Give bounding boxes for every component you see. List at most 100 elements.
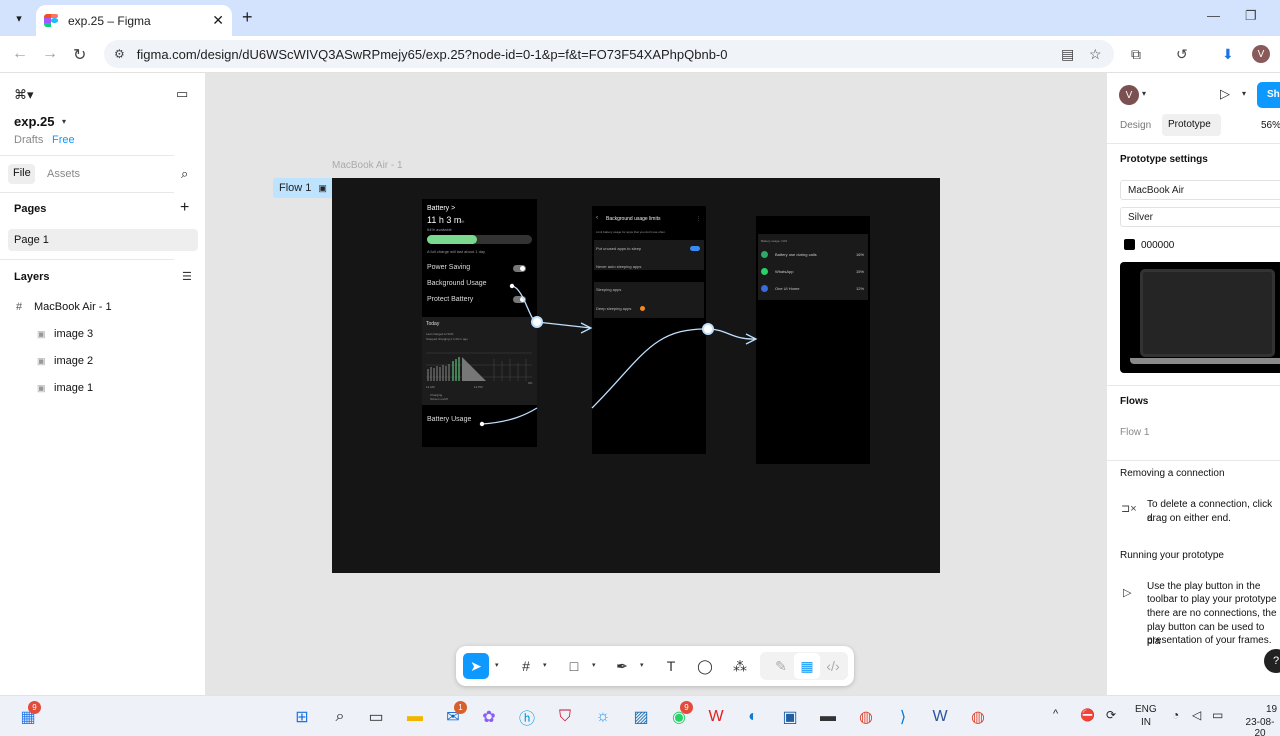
download-icon[interactable]: ⬇ <box>1222 46 1234 63</box>
hp-icon[interactable]: ⓗ <box>515 705 539 729</box>
terminal-icon[interactable]: ▬ <box>816 705 840 729</box>
flow-starting-point[interactable]: Flow 1 ▣ <box>273 178 333 198</box>
image-viewer-icon[interactable]: ▨ <box>629 705 653 729</box>
battery-tray-icon[interactable]: ▭ <box>1212 708 1223 722</box>
text-tool-icon[interactable]: T <box>658 653 684 679</box>
chrome-active-icon[interactable]: ◍ <box>854 705 878 729</box>
url-text: figma.com/design/dU6WScWIVQ3ASwRPmejy65/… <box>136 46 728 62</box>
browser-tab[interactable]: exp.25 – Figma ✕ <box>36 5 232 36</box>
running-text-3: there are no connections, the <box>1147 608 1277 619</box>
connection-handle[interactable] <box>531 316 543 328</box>
tray-chevron-icon[interactable]: ^ <box>1053 708 1058 720</box>
actions-tool-icon[interactable]: ⁂ <box>727 653 753 679</box>
minimize-icon[interactable]: — <box>1207 8 1220 23</box>
language-indicator[interactable]: ENG <box>1135 704 1157 715</box>
file-explorer-icon[interactable]: ▬ <box>403 705 427 729</box>
sidebar-toggle-icon[interactable]: ▭ <box>176 86 188 102</box>
extensions-icon[interactable]: ⧉ <box>1131 46 1141 63</box>
start-icon[interactable]: ⊞ <box>290 705 314 729</box>
figma-menu-icon[interactable]: ⌘▾ <box>14 87 34 103</box>
background-color-value[interactable]: 000000 <box>1141 239 1174 253</box>
help-button[interactable]: ? <box>1264 649 1280 673</box>
present-play-icon[interactable]: ▷ <box>1220 86 1230 102</box>
security-tray-icon[interactable]: ⛔ <box>1080 708 1095 722</box>
drafts-label[interactable]: Drafts <box>14 134 43 146</box>
history-icon[interactable]: ↺ <box>1176 46 1188 63</box>
file-menu-chevron-icon[interactable]: ▾ <box>62 117 66 126</box>
wifi-icon[interactable]: ◔ <box>1172 708 1179 722</box>
page-item[interactable]: Page 1 <box>8 229 198 251</box>
plan-badge: Free <box>52 134 75 146</box>
weather-icon[interactable]: ☼ <box>591 705 615 729</box>
frame-tool-icon[interactable]: # <box>513 653 539 679</box>
forward-icon[interactable]: → <box>42 45 58 63</box>
sync-tray-icon[interactable]: ⟳ <box>1106 708 1116 722</box>
layer-item[interactable]: ▣ image 2 <box>0 349 206 373</box>
address-bar[interactable]: ⚙ figma.com/design/dU6WScWIVQ3ASwRPmejy6… <box>104 40 1114 68</box>
back-icon[interactable]: ← <box>12 45 28 63</box>
restore-icon[interactable]: ❐ <box>1245 8 1257 24</box>
language-region[interactable]: IN <box>1141 717 1151 728</box>
clipboard-icon[interactable]: ▤ <box>1061 46 1074 63</box>
volume-icon[interactable]: ◁ <box>1192 708 1201 722</box>
rectangle-tool-icon[interactable]: □ <box>561 653 587 679</box>
draw-mode-icon[interactable]: ✎ <box>768 653 794 679</box>
background-color-swatch[interactable] <box>1124 239 1135 250</box>
present-menu-chevron-icon[interactable]: ▾ <box>1242 89 1246 98</box>
reload-icon[interactable]: ↻ <box>73 45 86 65</box>
new-tab-icon[interactable]: + <box>242 7 253 28</box>
left-panel: ⌘▾ ▭ exp.25 ▾ Drafts Free File Assets ⌕ … <box>0 73 206 695</box>
user-avatar[interactable]: V <box>1119 85 1139 105</box>
search-icon[interactable]: ⌕ <box>181 166 188 182</box>
layer-item[interactable]: ▣ image 3 <box>0 322 206 346</box>
vscode-icon[interactable]: ⟩ <box>891 705 915 729</box>
shape-tool-caret[interactable]: ▾ <box>592 661 596 669</box>
flow-play-icon[interactable]: ▣ <box>318 183 327 194</box>
tab-prototype[interactable]: Prototype <box>1162 114 1221 136</box>
dev-mode-icon[interactable]: ‹/› <box>820 653 846 679</box>
clock-date[interactable]: 23-08-20 <box>1240 717 1280 736</box>
share-button[interactable]: Sh <box>1257 82 1280 108</box>
model-select[interactable]: Silver <box>1120 207 1280 227</box>
design-canvas[interactable]: MacBook Air - 1 Flow 1 ▣ Battery > 11 h … <box>206 73 1106 695</box>
pen-tool-caret[interactable]: ▾ <box>640 661 644 669</box>
bookmark-star-icon[interactable]: ☆ <box>1089 46 1102 63</box>
tab-close-icon[interactable]: ✕ <box>212 12 224 29</box>
layer-item[interactable]: # MacBook Air - 1 <box>0 295 206 319</box>
layers-options-icon[interactable]: ☰ <box>182 270 192 283</box>
clock-time[interactable]: 19 <box>1266 704 1277 715</box>
design-mode-icon[interactable]: ▦ <box>794 653 820 679</box>
mail-badge: 1 <box>454 701 467 714</box>
avatar-menu-chevron-icon[interactable]: ▾ <box>1142 89 1146 98</box>
comment-tool-icon[interactable]: ◯ <box>692 653 718 679</box>
tab-design[interactable]: Design <box>1120 119 1151 133</box>
search-taskbar-icon[interactable]: ⌕ <box>328 705 352 729</box>
site-info-icon[interactable]: ⚙ <box>114 47 125 61</box>
add-page-icon[interactable]: + <box>180 199 189 217</box>
file-name[interactable]: exp.25 <box>14 114 54 129</box>
frame-tool-caret[interactable]: ▾ <box>543 661 547 669</box>
profile-avatar[interactable]: V <box>1252 45 1270 63</box>
move-tool-caret[interactable]: ▾ <box>495 661 499 669</box>
device-select[interactable]: MacBook Air <box>1120 180 1280 200</box>
chrome-icon[interactable]: ◍ <box>966 705 990 729</box>
frame-label[interactable]: MacBook Air - 1 <box>332 160 403 171</box>
wps-icon[interactable]: W <box>704 705 728 729</box>
move-tool-icon[interactable]: ➤ <box>463 653 489 679</box>
macbook-frame[interactable]: Battery > 11 h 3 m left 64% available A … <box>332 178 940 573</box>
tab-assets[interactable]: Assets <box>47 168 80 180</box>
layer-item[interactable]: ▣ image 1 <box>0 376 206 400</box>
tab-list-chevron-icon[interactable]: ▾ <box>8 7 30 29</box>
task-view-icon[interactable]: ▭ <box>364 705 388 729</box>
mcafee-icon[interactable]: ⛉ <box>553 705 577 729</box>
word-icon[interactable]: W <box>928 705 952 729</box>
store-icon[interactable]: ▣ <box>778 705 802 729</box>
tab-file[interactable]: File <box>8 164 35 184</box>
connection-handle[interactable] <box>702 323 714 335</box>
running-text-2: toolbar to play your prototype <box>1147 594 1277 605</box>
copilot-icon[interactable]: ✿ <box>477 705 501 729</box>
edge-icon[interactable]: ◐ <box>741 705 765 729</box>
zoom-level[interactable]: 56% <box>1261 119 1280 133</box>
flow-item[interactable]: Flow 1 <box>1120 426 1149 440</box>
pen-tool-icon[interactable]: ✒ <box>609 653 635 679</box>
